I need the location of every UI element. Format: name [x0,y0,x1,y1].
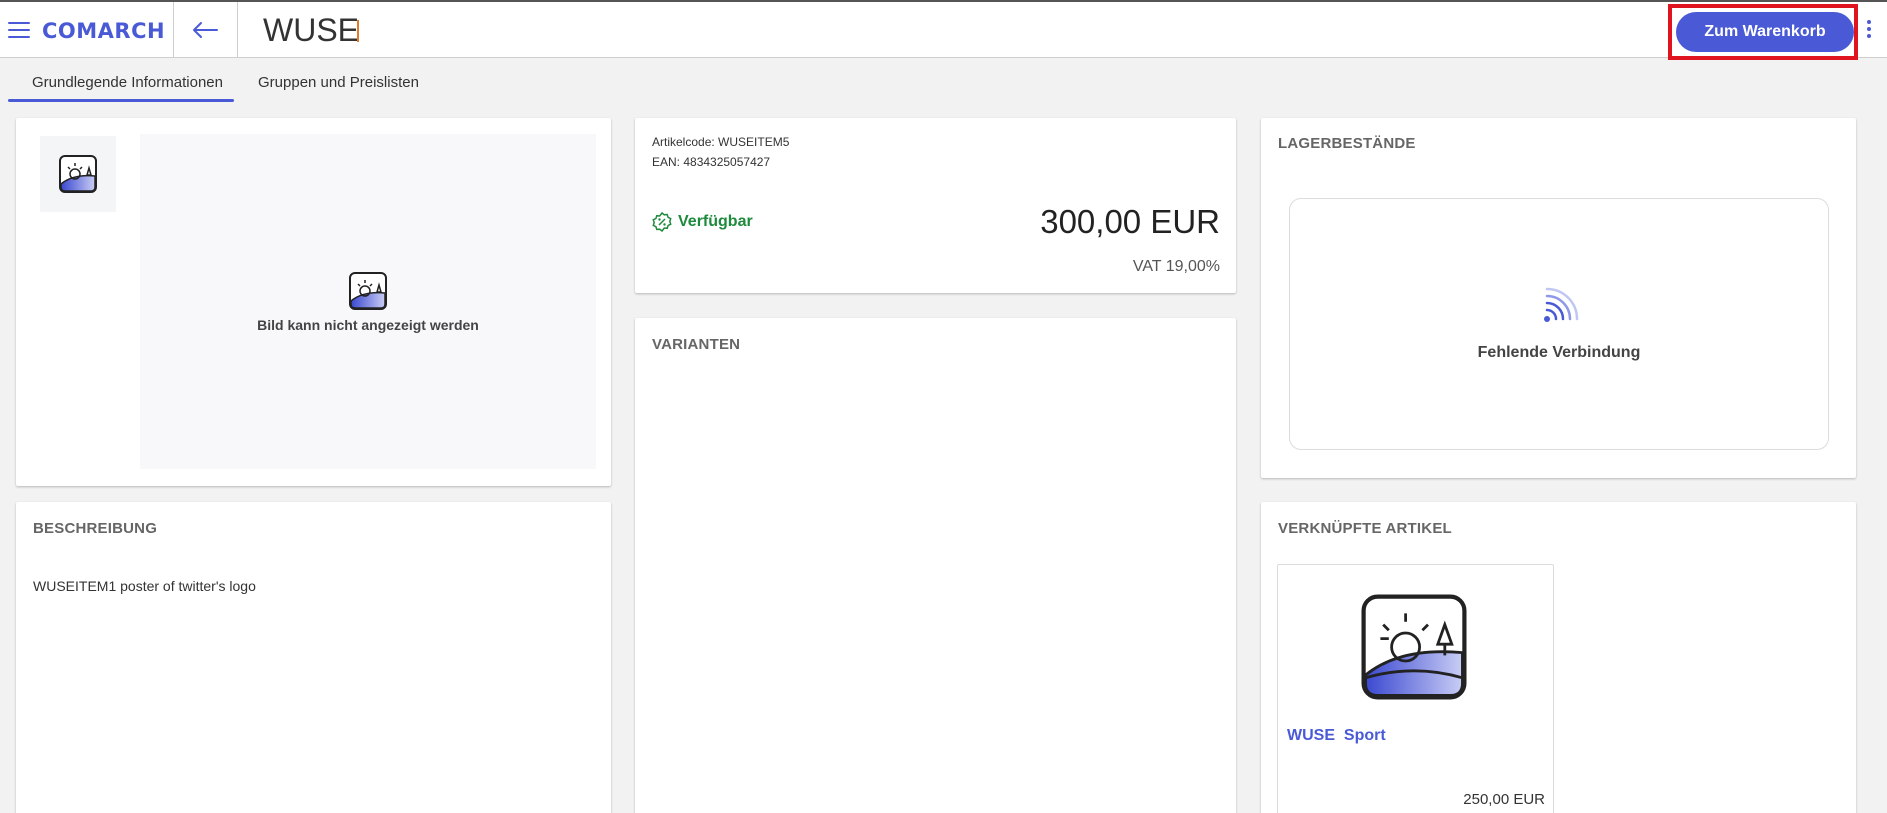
no-signal-icon [1544,287,1579,322]
description-text: WUSEITEM1 poster of twitter's logo [33,578,256,594]
stock-card: LAGERBESTÄNDE Fehlende Verbindung [1261,118,1856,478]
connection-error-panel: Fehlende Verbindung [1289,198,1829,450]
go-to-cart-button[interactable]: Zum Warenkorb [1676,12,1854,52]
description-title: BESCHREIBUNG [33,520,158,537]
main-image-area[interactable]: Bild kann nicht angezeigt werden [140,134,596,469]
back-button[interactable] [173,2,237,58]
article-code: Artikelcode: WUSEITEM5 [652,135,790,149]
description-card: BESCHREIBUNG WUSEITEM1 poster of twitter… [16,502,611,813]
vat-rate: VAT 19,00% [1132,258,1220,275]
ean-code: EAN: 4834325057427 [652,155,771,169]
image-placeholder-icon [349,271,387,310]
top-bar: COMARCH WUSE Zum Warenkorb [0,0,1887,60]
related-items-title: VERKNÜPFTE ARTIKEL [1278,520,1452,537]
connection-error-message: Fehlende Verbindung [1477,344,1641,361]
image-placeholder-icon [59,155,97,193]
product-price: 300,00 EUR [1040,203,1220,240]
product-image-placeholder-icon [1361,594,1467,700]
page-title: WUSE [263,12,359,48]
image-gallery-card: Bild kann nicht angezeigt werden [16,118,611,486]
arrow-left-icon [193,22,218,38]
tab-label: Gruppen und Preislisten [258,74,419,91]
divider [237,2,238,58]
availability-badge-icon [652,212,672,232]
product-info-card: Artikelcode: WUSEITEM5 EAN: 483432505742… [635,118,1236,293]
stock-title: LAGERBESTÄNDE [1278,135,1416,152]
related-items-card: VERKNÜPFTE ARTIKEL WUSE Sport 250,00 EUR [1261,502,1856,813]
image-error-message: Bild kann nicht angezeigt werden [257,316,479,333]
related-item-price: 250,00 EUR [1463,791,1545,808]
more-options-icon[interactable] [1865,20,1873,42]
related-item-name[interactable]: WUSE Sport [1287,727,1386,745]
availability-status: Verfügbar [652,212,753,232]
tab-basic-info[interactable]: Grundlegende Informationen [8,62,234,102]
tab-label: Grundlegende Informationen [32,74,223,91]
tab-groups-pricelists[interactable]: Gruppen und Preislisten [258,62,438,102]
brand-logo[interactable]: COMARCH [42,19,165,43]
related-item-tile[interactable]: WUSE Sport 250,00 EUR [1277,564,1554,813]
variants-card: VARIANTEN [635,318,1236,813]
availability-label: Verfügbar [678,213,753,230]
text-cursor [357,20,359,42]
menu-icon[interactable] [8,22,30,40]
variants-title: VARIANTEN [652,336,741,353]
image-thumbnail[interactable] [40,136,116,212]
